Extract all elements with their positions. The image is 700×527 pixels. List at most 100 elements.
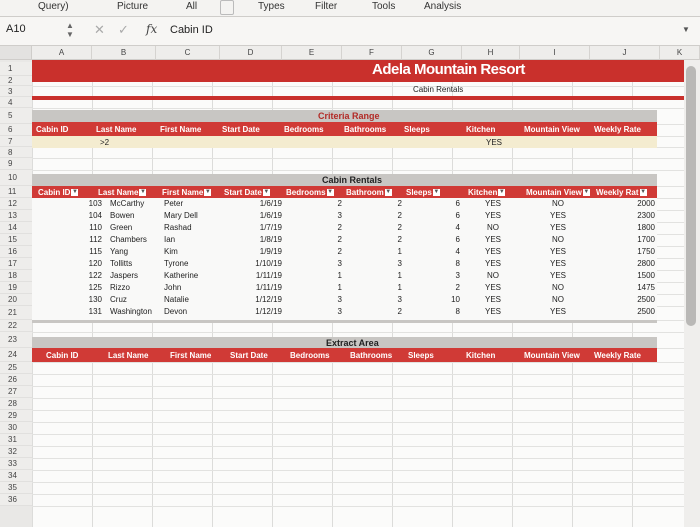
extract-header-cell[interactable]: Last Name <box>108 351 148 360</box>
row-header[interactable]: 31 <box>0 434 32 446</box>
formula-input[interactable]: Cabin ID <box>170 24 213 36</box>
table-cell[interactable]: Rizzo <box>110 283 130 292</box>
table-cell[interactable]: YES <box>478 247 508 256</box>
row-header[interactable]: 7 <box>0 136 32 147</box>
table-cell[interactable]: 2 <box>362 235 402 244</box>
ribbon-doc-icon[interactable] <box>220 0 234 15</box>
table-cell[interactable]: 2 <box>420 283 460 292</box>
table-cell[interactable]: YES <box>478 307 508 316</box>
table-cell[interactable]: YES <box>543 307 573 316</box>
row-header[interactable]: 24 <box>0 348 32 362</box>
table-cell[interactable]: YES <box>543 259 573 268</box>
table-cell[interactable]: Yang <box>110 247 128 256</box>
row-header[interactable]: 6 <box>0 124 32 136</box>
table-cell[interactable]: 8 <box>420 259 460 268</box>
row-header[interactable]: 26 <box>0 374 32 386</box>
ribbon-picture[interactable]: Picture <box>117 1 148 12</box>
table-cell[interactable]: 3 <box>362 295 402 304</box>
table-cell[interactable]: 125 <box>82 283 102 292</box>
table-cell[interactable]: YES <box>478 211 508 220</box>
table-header-cell[interactable]: Mountain View ▼ <box>526 188 590 197</box>
criteria-header-cell[interactable]: Cabin ID <box>36 125 68 134</box>
table-cell[interactable]: 1/10/19 <box>242 259 282 268</box>
criteria-header-cell[interactable]: Kitchen <box>466 125 495 134</box>
table-cell[interactable]: 1475 <box>615 283 655 292</box>
row-header[interactable]: 4 <box>0 97 32 108</box>
row-header[interactable]: 19 <box>0 282 32 294</box>
table-cell[interactable]: 112 <box>82 235 102 244</box>
row-header[interactable]: 34 <box>0 470 32 482</box>
table-cell[interactable]: Rashad <box>164 223 192 232</box>
table-cell[interactable]: 3 <box>302 259 342 268</box>
table-cell[interactable]: 2500 <box>615 295 655 304</box>
table-cell[interactable]: 2 <box>302 235 342 244</box>
table-cell[interactable]: 2 <box>362 223 402 232</box>
col-header-f[interactable]: F <box>342 46 402 60</box>
row-header[interactable]: 14 <box>0 222 32 234</box>
criteria-value-cell[interactable]: YES <box>486 138 502 147</box>
table-cell[interactable]: 104 <box>82 211 102 220</box>
criteria-header-cell[interactable]: Bedrooms <box>284 125 324 134</box>
extract-header-cell[interactable]: Weekly Rate <box>594 351 641 360</box>
table-cell[interactable]: 1750 <box>615 247 655 256</box>
table-header-cell[interactable]: First Name ▼ <box>162 188 212 197</box>
col-header-j[interactable]: J <box>590 46 660 60</box>
ribbon-analysis[interactable]: Analysis <box>424 1 461 12</box>
table-cell[interactable]: Chambers <box>110 235 147 244</box>
row-header[interactable]: 20 <box>0 294 32 306</box>
table-header-cell[interactable]: Kitchen ▼ <box>468 188 506 197</box>
table-cell[interactable]: Ian <box>164 235 175 244</box>
table-cell[interactable]: 1/12/19 <box>242 295 282 304</box>
table-cell[interactable]: 2 <box>362 307 402 316</box>
table-cell[interactable]: 2300 <box>615 211 655 220</box>
criteria-value-cell[interactable]: >2 <box>100 138 109 147</box>
ribbon-query[interactable]: Query) <box>38 1 69 12</box>
table-cell[interactable]: 3 <box>362 259 402 268</box>
confirm-icon[interactable]: ✓ <box>118 22 129 38</box>
table-cell[interactable]: 6 <box>420 199 460 208</box>
row-header[interactable]: 35 <box>0 482 32 494</box>
table-cell[interactable]: YES <box>543 247 573 256</box>
table-cell[interactable]: 6 <box>420 211 460 220</box>
table-cell[interactable]: 1 <box>302 283 342 292</box>
table-cell[interactable]: 2 <box>362 211 402 220</box>
row-header[interactable]: 15 <box>0 234 32 246</box>
row-header[interactable]: 9 <box>0 158 32 170</box>
table-header-cell[interactable]: Bedrooms ▼ <box>286 188 334 197</box>
table-cell[interactable]: 1 <box>302 271 342 280</box>
table-cell[interactable]: John <box>164 283 181 292</box>
table-cell[interactable]: 1/12/19 <box>242 307 282 316</box>
filter-dropdown-icon[interactable]: ▼ <box>326 189 334 197</box>
scrollbar-thumb[interactable] <box>686 66 696 326</box>
table-cell[interactable]: 115 <box>82 247 102 256</box>
table-cell[interactable]: 131 <box>82 307 102 316</box>
table-cell[interactable]: Natalie <box>164 295 189 304</box>
table-cell[interactable]: 1500 <box>615 271 655 280</box>
table-header-cell[interactable]: Weekly Rat ▼ <box>596 188 647 197</box>
criteria-header-cell[interactable]: First Name <box>160 125 201 134</box>
table-cell[interactable]: YES <box>478 295 508 304</box>
row-header[interactable]: 13 <box>0 210 32 222</box>
table-cell[interactable]: McCarthy <box>110 199 144 208</box>
extract-header-cell[interactable]: Sleeps <box>408 351 434 360</box>
table-cell[interactable]: 1700 <box>615 235 655 244</box>
table-cell[interactable]: 3 <box>420 271 460 280</box>
table-cell[interactable]: NO <box>478 223 508 232</box>
row-header[interactable]: 8 <box>0 147 32 158</box>
criteria-header-cell[interactable]: Sleeps <box>404 125 430 134</box>
table-cell[interactable]: YES <box>543 211 573 220</box>
table-cell[interactable]: 2 <box>302 223 342 232</box>
table-cell[interactable]: 1/11/19 <box>242 271 282 280</box>
row-header[interactable]: 25 <box>0 362 32 374</box>
table-cell[interactable]: YES <box>478 283 508 292</box>
table-cell[interactable]: Jaspers <box>110 271 138 280</box>
criteria-header-cell[interactable]: Last Name <box>96 125 136 134</box>
col-header-c[interactable]: C <box>156 46 220 60</box>
table-cell[interactable]: 103 <box>82 199 102 208</box>
table-header-cell[interactable]: Last Name ▼ <box>98 188 147 197</box>
col-header-e[interactable]: E <box>282 46 342 60</box>
table-cell[interactable]: Cruz <box>110 295 127 304</box>
filter-dropdown-icon[interactable]: ▼ <box>262 189 270 197</box>
table-cell[interactable]: 2000 <box>615 199 655 208</box>
table-cell[interactable]: 10 <box>420 295 460 304</box>
